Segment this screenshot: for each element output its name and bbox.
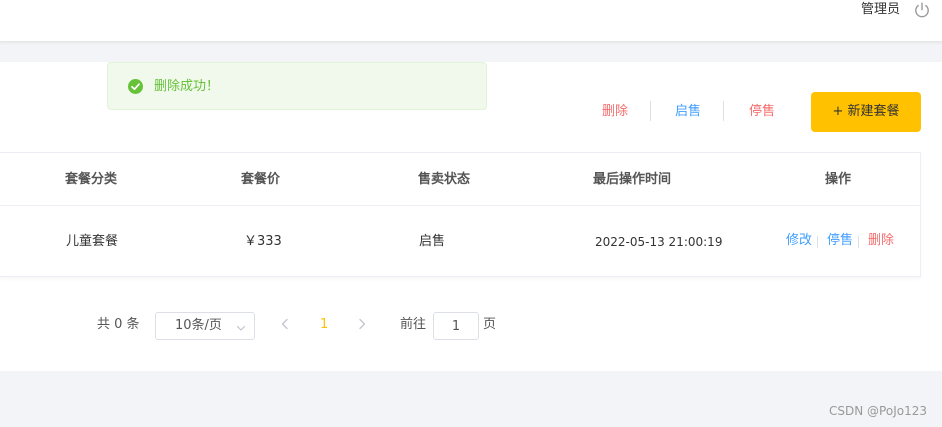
column-header-status: 售卖状态: [418, 172, 471, 187]
toolbar-divider: [723, 101, 724, 121]
chevron-right-icon[interactable]: [355, 317, 369, 331]
column-header-category: 套餐分类: [65, 172, 118, 187]
pagination-total: 共 0 条: [97, 317, 140, 332]
row-action-divider: [817, 236, 818, 248]
pagination-goto-input[interactable]: [433, 312, 479, 340]
column-header-updated-time: 最后操作时间: [593, 172, 672, 187]
cell-category: 儿童套餐: [66, 234, 119, 249]
pagination-page-number[interactable]: 1: [320, 317, 328, 333]
page-size-select[interactable]: 10条/页: [155, 312, 255, 340]
column-header-price: 套餐价: [241, 172, 281, 187]
toolbar-divider: [650, 101, 651, 121]
check-circle-icon: [128, 79, 143, 94]
toast-message: 删除成功！: [154, 79, 220, 94]
top-bar: 管理员: [0, 0, 942, 42]
success-toast: 删除成功！: [107, 62, 487, 110]
batch-delete-button[interactable]: 删除: [602, 103, 628, 121]
cell-status: 启售: [419, 234, 446, 249]
row-action-divider: [858, 236, 859, 248]
cell-updated-time: 2022-05-13 21:00:19: [595, 235, 723, 249]
chevron-left-icon[interactable]: [278, 317, 292, 331]
table-row: 儿童套餐 ￥333 启售 2022-05-13 21:00:19 修改 停售 删…: [0, 206, 920, 276]
table-header-row: 套餐分类 套餐价 售卖状态 最后操作时间 操作: [0, 153, 920, 206]
watermark: CSDN @PoJo123: [829, 404, 927, 418]
column-header-actions: 操作: [825, 172, 852, 187]
batch-stop-sale-button[interactable]: 停售: [749, 103, 775, 121]
chevron-down-icon: [236, 322, 246, 332]
row-delete-button[interactable]: 删除: [868, 233, 894, 249]
pagination-page-unit: 页: [483, 317, 497, 332]
batch-onsale-button[interactable]: 启售: [675, 103, 701, 121]
row-edit-button[interactable]: 修改: [786, 233, 812, 249]
user-name: 管理员: [860, 2, 900, 17]
row-stop-sale-button[interactable]: 停售: [827, 233, 853, 249]
power-icon[interactable]: [913, 1, 931, 19]
new-combo-button[interactable]: + 新建套餐: [811, 92, 921, 132]
combo-table: 套餐分类 套餐价 售卖状态 最后操作时间 操作 儿童套餐 ￥333 启售 202…: [0, 152, 921, 277]
page-size-value: 10条/页: [175, 318, 222, 333]
pagination-goto-label: 前往: [400, 317, 427, 332]
cell-price: ￥333: [244, 234, 282, 249]
